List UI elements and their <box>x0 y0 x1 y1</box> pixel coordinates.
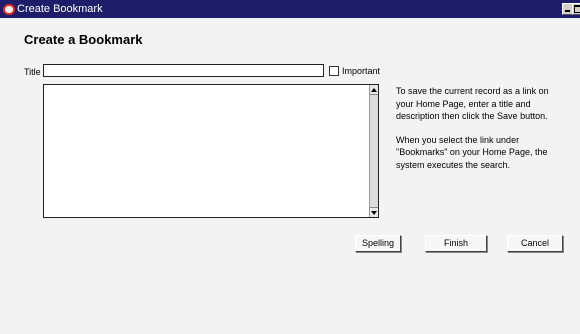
finish-button[interactable]: Finish <box>425 235 487 252</box>
scroll-up-button[interactable] <box>370 85 378 95</box>
help-text: To save the current record as a link on … <box>396 85 568 182</box>
description-scrollbar[interactable] <box>369 85 378 217</box>
minimize-icon <box>565 10 570 12</box>
help-paragraph-2: When you select the link under "Bookmark… <box>396 134 548 170</box>
help-paragraph-1: To save the current record as a link on … <box>396 86 549 121</box>
description-textarea[interactable] <box>43 84 379 218</box>
maximize-icon <box>574 5 580 13</box>
spelling-button[interactable]: Spelling <box>355 235 401 252</box>
maximize-button[interactable] <box>572 3 580 15</box>
important-label: Important <box>342 66 381 76</box>
app-logo-icon <box>3 4 15 15</box>
title-label: Title <box>24 67 41 77</box>
cancel-button[interactable]: Cancel <box>507 235 563 252</box>
page-heading: Create a Bookmark <box>24 32 143 47</box>
scroll-down-button[interactable] <box>370 207 378 217</box>
window-title: Create Bookmark <box>17 3 103 15</box>
title-input[interactable] <box>43 64 324 77</box>
scroll-down-icon <box>371 211 377 215</box>
window-titlebar[interactable]: Create Bookmark <box>0 0 580 18</box>
scroll-up-icon <box>371 88 377 92</box>
important-checkbox[interactable] <box>329 66 339 76</box>
